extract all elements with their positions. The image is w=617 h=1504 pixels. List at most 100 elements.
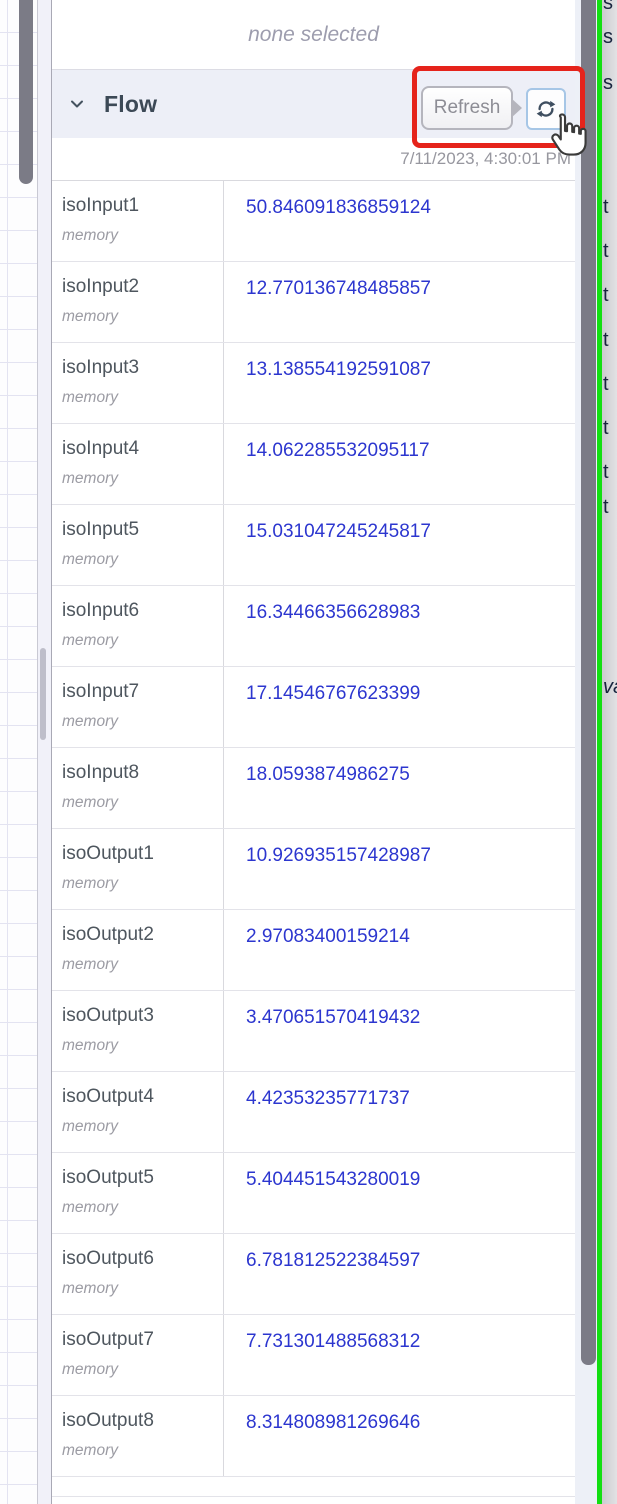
port-type-label: memory bbox=[62, 1199, 118, 1216]
port-label-cell: isoOutput8 memory bbox=[52, 1396, 224, 1476]
clipped-text-fragment: t bbox=[603, 240, 609, 262]
port-name: isoInput4 bbox=[62, 438, 140, 459]
port-label-cell: isoInput3 memory bbox=[52, 343, 224, 423]
port-type-label: memory bbox=[62, 1442, 118, 1459]
port-name: isoOutput8 bbox=[62, 1410, 154, 1431]
adjacent-panel-edge: sssttttttttva bbox=[602, 0, 617, 1504]
table-row: isoOutput5 memory 5.404451543280019 bbox=[52, 1153, 575, 1234]
port-value[interactable]: 6.781812522384597 bbox=[246, 1250, 420, 1271]
port-value[interactable]: 8.314808981269646 bbox=[246, 1412, 420, 1433]
port-type-label: memory bbox=[62, 227, 118, 244]
flow-canvas-grid bbox=[0, 0, 37, 1504]
clipped-text-fragment: t bbox=[603, 373, 609, 395]
last-refresh-timestamp: 7/11/2023, 4:30:01 PM bbox=[400, 149, 571, 168]
port-name: isoInput5 bbox=[62, 519, 140, 540]
port-label-cell: isoOutput7 memory bbox=[52, 1315, 224, 1395]
port-value-cell: 17.14546767623399 bbox=[224, 667, 575, 747]
table-row: isoInput7 memory 17.14546767623399 bbox=[52, 667, 575, 748]
table-row: isoInput8 memory 18.0593874986275 bbox=[52, 748, 575, 829]
selection-status: none selected bbox=[52, 0, 575, 70]
port-value[interactable]: 2.97083400159214 bbox=[246, 926, 410, 947]
clipped-text-fragment: t bbox=[603, 496, 609, 518]
port-name: isoInput7 bbox=[62, 681, 140, 702]
table-row: isoInput5 memory 15.031047245245817 bbox=[52, 505, 575, 586]
port-value[interactable]: 14.062285532095117 bbox=[246, 440, 430, 461]
port-value[interactable]: 3.470651570419432 bbox=[246, 1007, 420, 1028]
port-value[interactable]: 12.770136748485857 bbox=[246, 278, 431, 299]
port-label-cell: isoInput4 memory bbox=[52, 424, 224, 504]
chevron-down-icon bbox=[71, 100, 83, 108]
port-value-cell: 8.314808981269646 bbox=[224, 1396, 575, 1476]
table-row: isoOutput8 memory 8.314808981269646 bbox=[52, 1396, 575, 1477]
table-row: isoOutput2 memory 2.97083400159214 bbox=[52, 910, 575, 991]
port-label-cell: isoInput2 memory bbox=[52, 262, 224, 342]
port-type-label: memory bbox=[62, 551, 118, 568]
port-value-cell: 10.926935157428987 bbox=[224, 829, 575, 909]
port-value-cell: 4.42353235771737 bbox=[224, 1072, 575, 1152]
table-row: isoInput2 memory 12.770136748485857 bbox=[52, 262, 575, 343]
clipped-text-fragment: t bbox=[603, 196, 609, 218]
right-scrollbar[interactable] bbox=[581, 0, 596, 1365]
panel-scrollbar-thumb[interactable] bbox=[40, 648, 46, 740]
port-name: isoOutput1 bbox=[62, 843, 154, 864]
port-value[interactable]: 50.846091836859124 bbox=[246, 197, 431, 218]
table-row: isoOutput7 memory 7.731301488568312 bbox=[52, 1315, 575, 1396]
table-row: isoOutput1 memory 10.926935157428987 bbox=[52, 829, 575, 910]
table-row: isoInput3 memory 13.138554192591087 bbox=[52, 343, 575, 424]
port-label-cell: isoOutput2 memory bbox=[52, 910, 224, 990]
clipped-text-fragment: s bbox=[603, 72, 613, 94]
port-value[interactable]: 10.926935157428987 bbox=[246, 845, 431, 866]
port-name: isoInput6 bbox=[62, 600, 140, 621]
port-name: isoOutput3 bbox=[62, 1005, 154, 1026]
port-label-cell: isoOutput4 memory bbox=[52, 1072, 224, 1152]
properties-panel: none selected Flow 7/11/2023, 4:30:01 PM… bbox=[51, 0, 575, 1504]
port-label-cell: isoOutput6 memory bbox=[52, 1234, 224, 1314]
port-value-cell: 13.138554192591087 bbox=[224, 343, 575, 423]
port-value[interactable]: 15.031047245245817 bbox=[246, 521, 431, 542]
port-value-cell: 16.34466356628983 bbox=[224, 586, 575, 666]
port-value[interactable]: 13.138554192591087 bbox=[246, 359, 431, 380]
cursor-pointer-icon bbox=[551, 113, 587, 156]
port-value[interactable]: 18.0593874986275 bbox=[246, 764, 410, 785]
clipped-text-fragment: t bbox=[603, 461, 609, 483]
port-type-label: memory bbox=[62, 1361, 118, 1378]
port-value-cell: 5.404451543280019 bbox=[224, 1153, 575, 1233]
panel-scroll-track bbox=[37, 0, 51, 1504]
table-row: isoInput4 memory 14.062285532095117 bbox=[52, 424, 575, 505]
table-row: isoOutput3 memory 3.470651570419432 bbox=[52, 991, 575, 1072]
port-type-label: memory bbox=[62, 713, 118, 730]
table-row: isoOutput4 memory 4.42353235771737 bbox=[52, 1072, 575, 1153]
table-row-empty bbox=[52, 1477, 575, 1497]
port-value[interactable]: 5.404451543280019 bbox=[246, 1169, 420, 1190]
clipped-text-fragment: va bbox=[603, 676, 617, 698]
port-type-label: memory bbox=[62, 794, 118, 811]
port-value-cell: 14.062285532095117 bbox=[224, 424, 575, 504]
port-value-cell: 15.031047245245817 bbox=[224, 505, 575, 585]
port-type-label: memory bbox=[62, 308, 118, 325]
port-label-cell: isoInput1 memory bbox=[52, 181, 224, 261]
port-value-cell: 2.97083400159214 bbox=[224, 910, 575, 990]
port-value-cell: 12.770136748485857 bbox=[224, 262, 575, 342]
port-label-cell: isoInput7 memory bbox=[52, 667, 224, 747]
clipped-text-fragment: t bbox=[603, 329, 609, 351]
clipped-text-fragment: t bbox=[603, 284, 609, 306]
port-value[interactable]: 16.34466356628983 bbox=[246, 602, 420, 623]
table-row: isoInput6 memory 16.34466356628983 bbox=[52, 586, 575, 667]
port-label-cell: isoInput6 memory bbox=[52, 586, 224, 666]
port-label-cell: isoOutput3 memory bbox=[52, 991, 224, 1071]
port-name: isoOutput2 bbox=[62, 924, 154, 945]
port-name: isoOutput7 bbox=[62, 1329, 154, 1350]
table-row: isoOutput6 memory 6.781812522384597 bbox=[52, 1234, 575, 1315]
port-value[interactable]: 4.42353235771737 bbox=[246, 1088, 410, 1109]
port-type-label: memory bbox=[62, 632, 118, 649]
port-type-label: memory bbox=[62, 1037, 118, 1054]
port-name: isoInput2 bbox=[62, 276, 140, 297]
port-value-cell: 18.0593874986275 bbox=[224, 748, 575, 828]
refresh-tooltip: Refresh bbox=[421, 86, 522, 130]
port-value[interactable]: 7.731301488568312 bbox=[246, 1331, 420, 1352]
flow-section-title: Flow bbox=[104, 90, 158, 117]
port-value[interactable]: 17.14546767623399 bbox=[246, 683, 420, 704]
left-scrollbar[interactable] bbox=[19, 0, 33, 184]
port-type-label: memory bbox=[62, 875, 118, 892]
port-value-cell: 6.781812522384597 bbox=[224, 1234, 575, 1314]
